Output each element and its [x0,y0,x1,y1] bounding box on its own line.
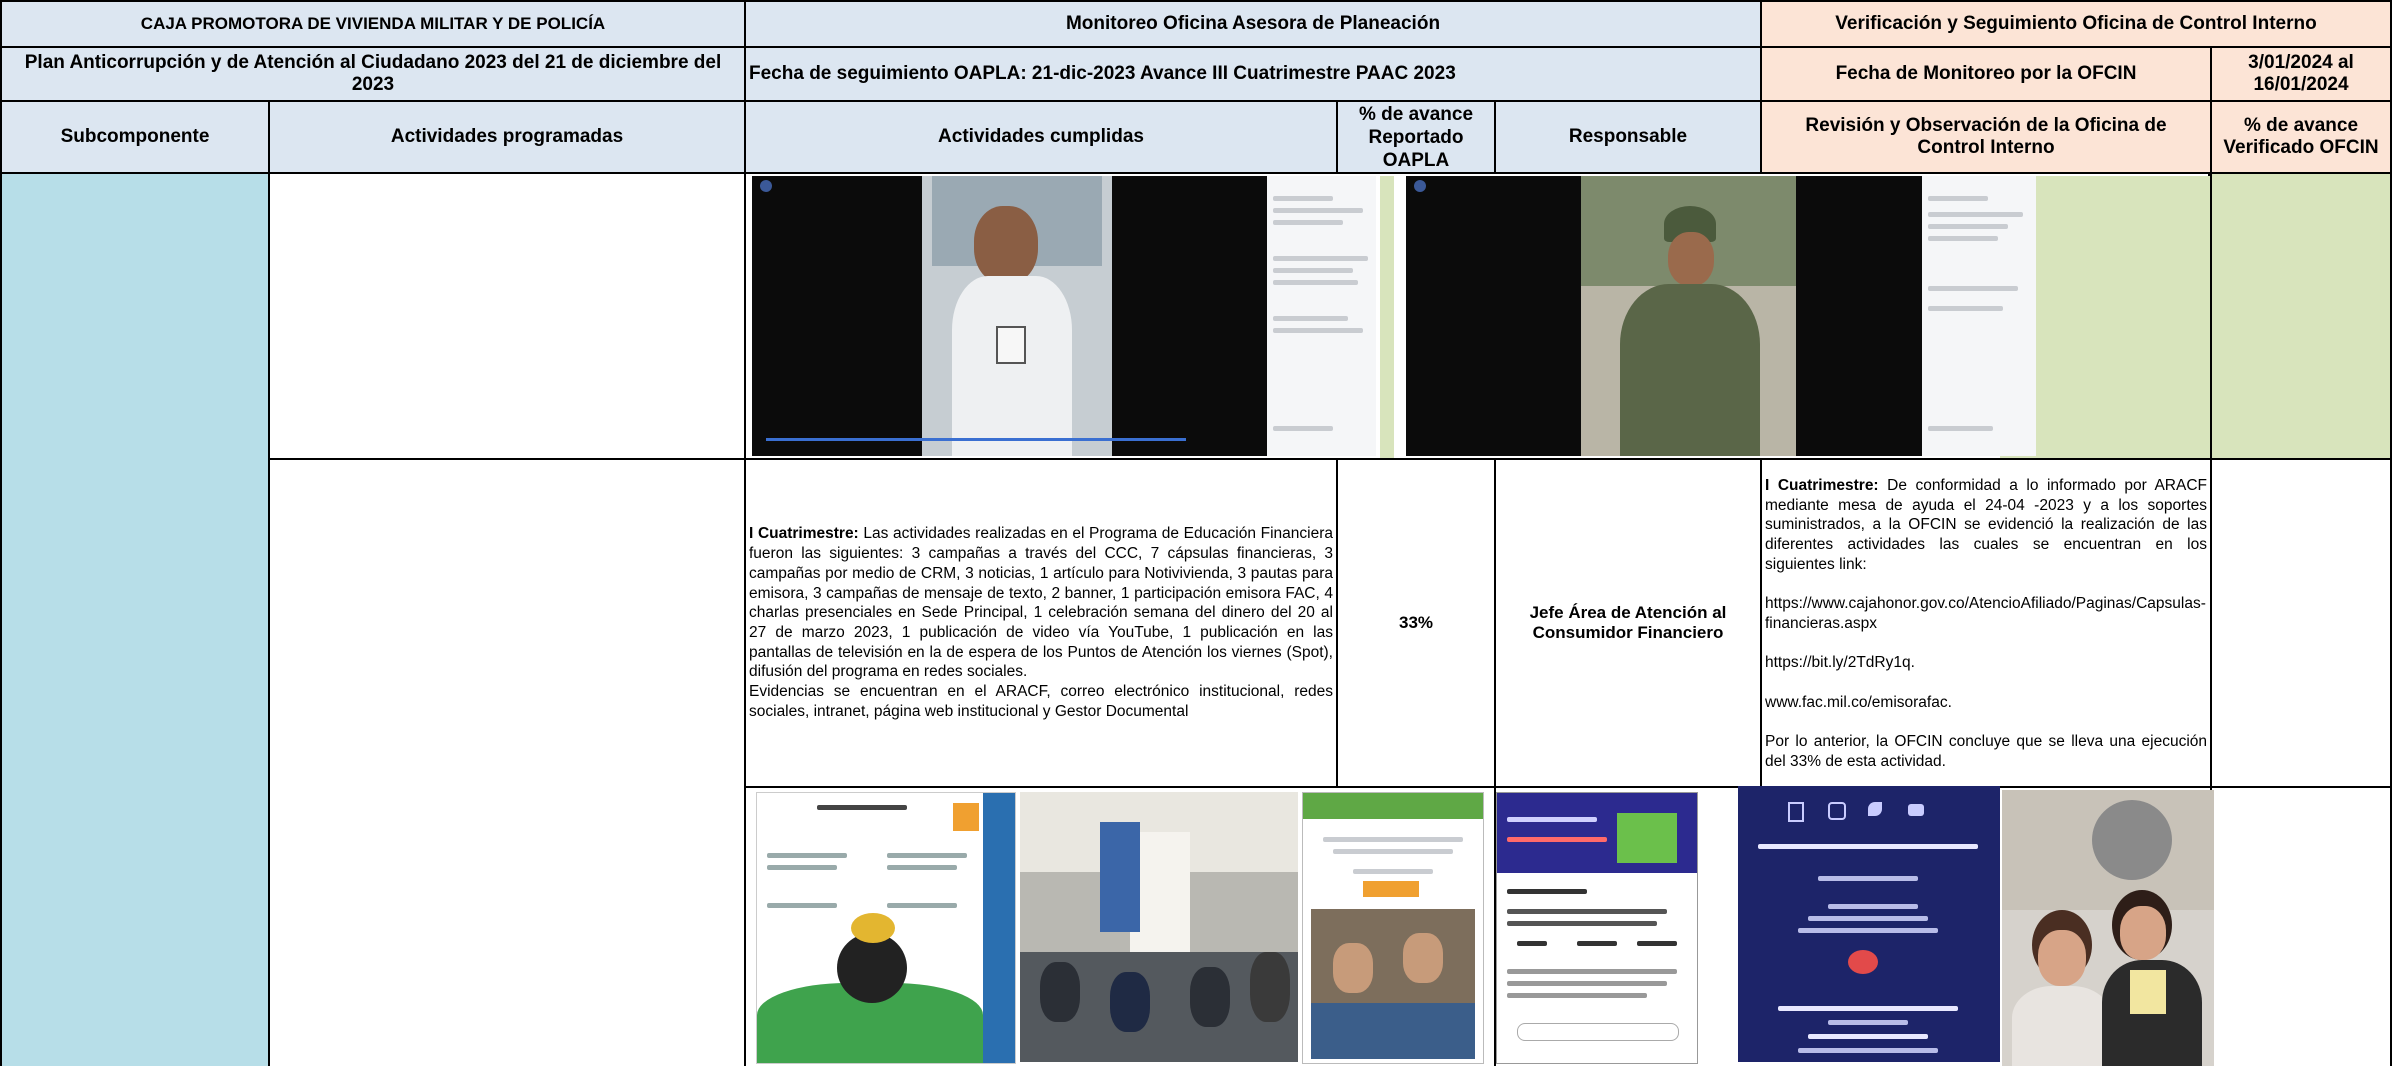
photo-icon [1020,792,1298,1062]
flyer-icon [1738,786,2000,1062]
avance-oapla-cell: 33% [1336,458,1496,788]
avance-ofcin-cell [2210,458,2392,788]
link-bitly[interactable]: https://bit.ly/2TdRy1q. [1765,653,2207,673]
revision-ofcin-cell: I Cuatrimestre: De conformidad a lo info… [1760,458,2212,788]
subcomponente-cell [0,172,270,1066]
ofcin-monitor-label: Fecha de Monitoreo por la OFCIN [1760,46,2212,102]
programadas-cell-bottom [268,458,746,1066]
programadas-cell-top [268,172,746,460]
mobile-screenshot-icon [1496,792,1698,1064]
oapla-title-header: Monitoreo Oficina Asesora de Planeación [744,0,1762,48]
video-screenshot-icon [1406,176,2036,456]
ofcin-title-header: Verificación y Seguimiento Oficina de Co… [1760,0,2392,48]
video-screenshot-icon [752,176,1376,456]
infographic-icon [756,792,1016,1064]
responsable-cell: Jefe Área de Atención al Consumidor Fina… [1494,458,1762,788]
plan-title-header: Plan Anticorrupción y de Atención al Ciu… [0,46,746,102]
col-responsable: Responsable [1494,100,1762,174]
oapla-followup-date: Fecha de seguimiento OAPLA: 21-dic-2023 … [744,46,1762,102]
cumplidas-text: I Cuatrimestre: Las actividades realizad… [749,525,1333,720]
verification-green-strip [1380,176,1394,458]
link-emisora-fac[interactable]: www.fac.mil.co/emisorafac. [1765,693,2207,713]
avance-ofcin-cell-top [2210,172,2392,460]
mobile-screenshot-icon [1302,792,1484,1064]
org-name-header: CAJA PROMOTORA DE VIVIENDA MILITAR Y DE … [0,0,746,48]
revision-text: I Cuatrimestre: De conformidad a lo info… [1765,477,2207,770]
link-capsulas[interactable]: https://www.cajahonor.gov.co/AtencioAfil… [1765,594,2207,633]
col-avance-ofcin: % de avance Verificado OFCIN [2210,100,2392,174]
col-subcomponente: Subcomponente [0,100,270,174]
photo-icon [2002,790,2214,1066]
col-avance-oapla: % de avance Reportado OAPLA [1336,100,1496,174]
ofcin-monitor-dates: 3/01/2024 al 16/01/2024 [2210,46,2392,102]
col-actividades-cumplidas: Actividades cumplidas [744,100,1338,174]
actividades-cumplidas-cell: I Cuatrimestre: Las actividades realizad… [744,458,1338,788]
col-revision-ofcin: Revisión y Observación de la Oficina de … [1760,100,2212,174]
col-actividades-programadas: Actividades programadas [268,100,746,174]
